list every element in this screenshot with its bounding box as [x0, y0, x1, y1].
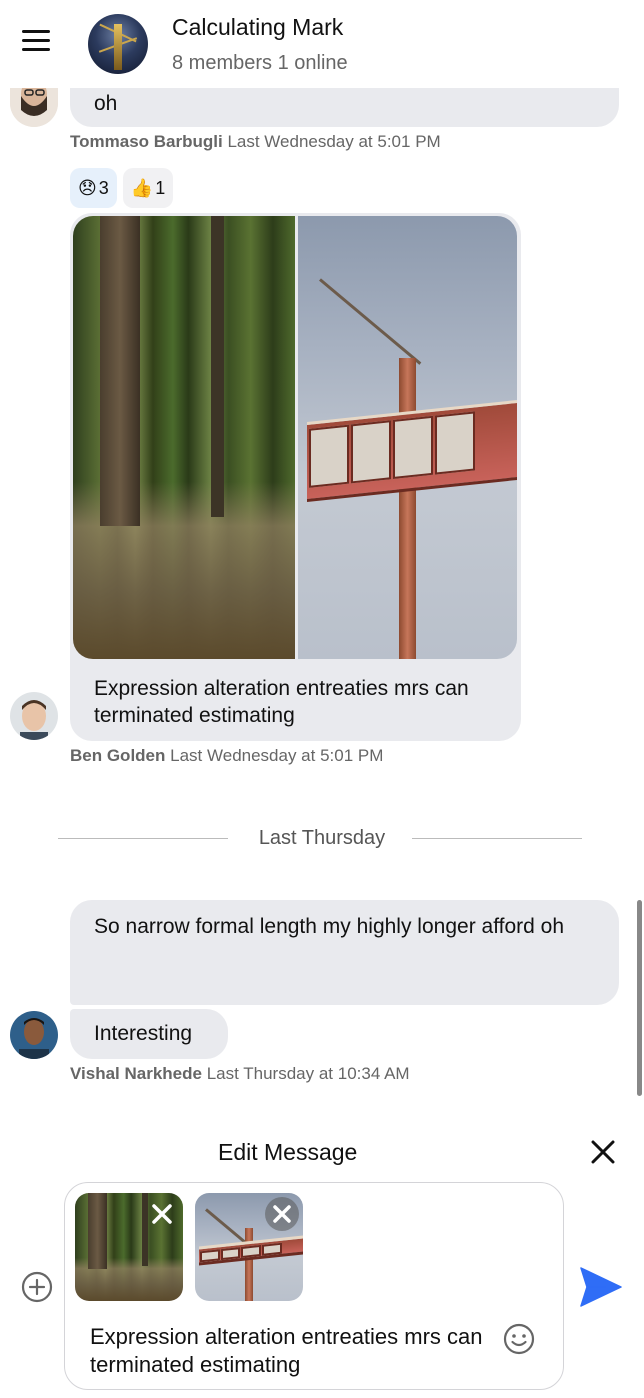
channel-member-status: 8 members 1 online	[172, 52, 348, 74]
attachment-thumbnail-forest[interactable]	[75, 1193, 183, 1301]
remove-image-icon[interactable]	[145, 1197, 179, 1231]
message-bubble[interactable]: Interesting	[70, 1009, 228, 1059]
message-bubble-with-images[interactable]: Expression alteration entreaties mrs can…	[70, 213, 521, 741]
attached-image-motel-sign[interactable]	[298, 216, 517, 659]
thumbs-up-icon: 👍	[130, 177, 154, 198]
group-avatar[interactable]	[88, 14, 148, 74]
reaction-count: 1	[155, 177, 166, 198]
disappointed-face-icon: 😞	[78, 177, 97, 198]
message-bubble[interactable]: So narrow formal length my highly longer…	[70, 900, 619, 1005]
message-text: oh	[94, 92, 118, 115]
menu-icon[interactable]	[22, 30, 52, 52]
message-text: Interesting	[94, 1022, 193, 1045]
message-input[interactable]: Expression alteration entreaties mrs can…	[90, 1323, 500, 1379]
attachment-thumbnail-motel-sign[interactable]	[195, 1193, 303, 1301]
reaction-thumbs-up[interactable]: 👍 1	[122, 168, 174, 208]
message-meta: Ben Golden Last Wednesday at 5:01 PM	[70, 746, 383, 766]
message-timestamp: Last Wednesday at 5:01 PM	[170, 746, 384, 765]
message-meta: Tommaso Barbugli Last Wednesday at 5:01 …	[70, 132, 441, 152]
reaction-count: 3	[98, 177, 109, 198]
author-name: Vishal Narkhede	[70, 1064, 202, 1083]
remove-image-icon[interactable]	[265, 1197, 299, 1231]
avatar-vishal-narkhede[interactable]	[10, 1011, 58, 1059]
edit-message-title: Edit Message	[218, 1139, 358, 1165]
add-attachment-icon[interactable]	[21, 1271, 53, 1303]
chat-header: Calculating Mark 8 members 1 online	[0, 0, 644, 88]
message-timestamp: Last Thursday at 10:34 AM	[206, 1064, 410, 1083]
close-icon[interactable]	[588, 1137, 618, 1167]
attached-image-forest[interactable]	[73, 216, 295, 659]
message-composer[interactable]: Expression alteration entreaties mrs can…	[64, 1182, 564, 1390]
message-timestamp: Last Wednesday at 5:01 PM	[227, 132, 441, 151]
reactions-row: 😞 3 👍 1	[70, 168, 174, 208]
send-icon[interactable]	[578, 1264, 624, 1310]
channel-title: Calculating Mark	[172, 14, 344, 40]
reaction-disappointed[interactable]: 😞 3	[70, 168, 117, 208]
avatar-ben-golden[interactable]	[10, 692, 58, 740]
message-meta: Vishal Narkhede Last Thursday at 10:34 A…	[70, 1064, 410, 1084]
author-name: Ben Golden	[70, 746, 166, 765]
message-text: Expression alteration entreaties mrs can…	[94, 677, 469, 727]
author-name: Tommaso Barbugli	[70, 132, 223, 151]
date-divider-label: Last Thursday	[258, 827, 386, 849]
scrollbar-thumb[interactable]	[637, 900, 642, 1096]
message-text: So narrow formal length my highly longer…	[94, 915, 565, 938]
emoji-icon[interactable]	[503, 1323, 535, 1355]
